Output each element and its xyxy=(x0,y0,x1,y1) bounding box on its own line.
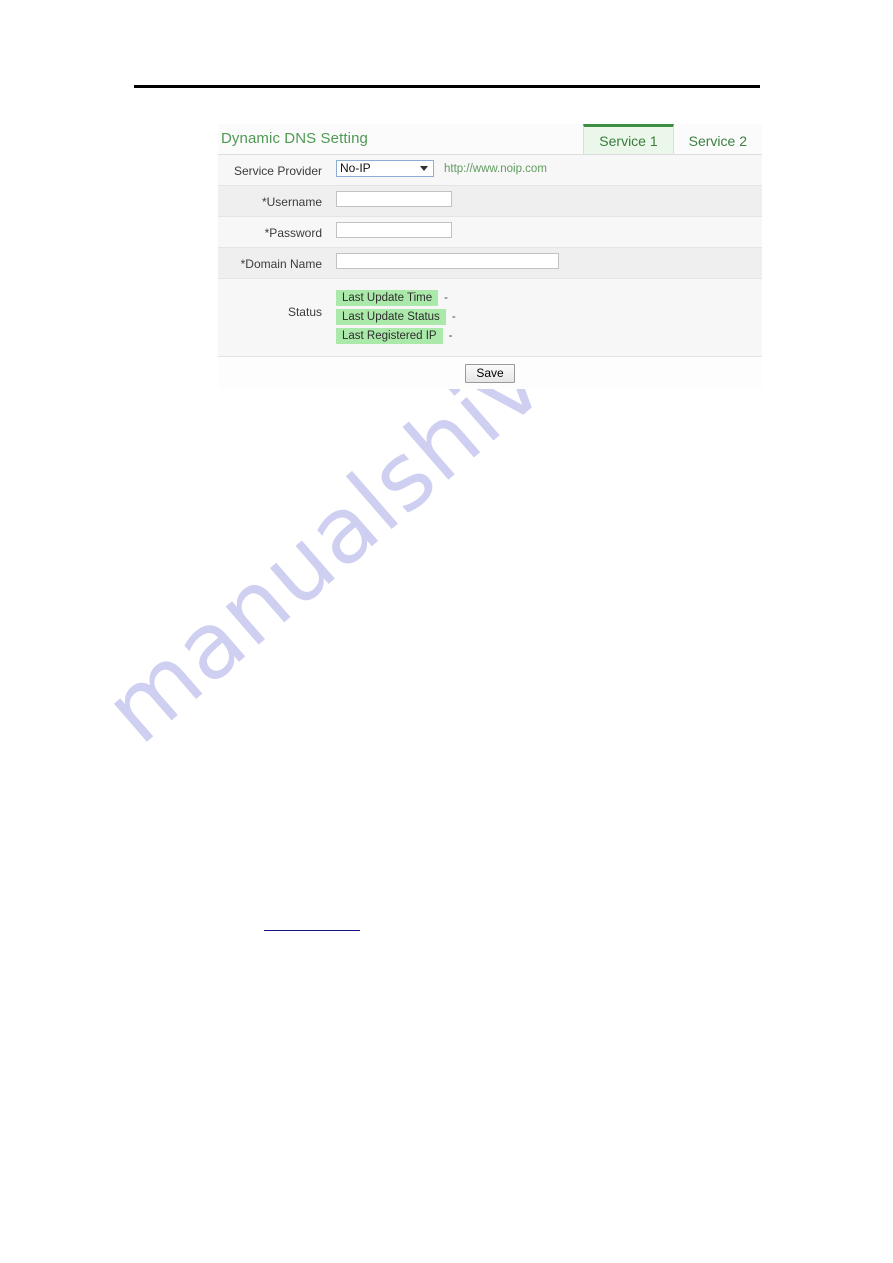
field-service-provider: No-IP http://www.noip.com xyxy=(330,155,762,182)
dynamic-dns-setting-panel: Dynamic DNS Setting Service 1 Service 2 … xyxy=(218,124,762,389)
label-username: *Username xyxy=(261,195,322,209)
status-value: - xyxy=(444,292,448,304)
service-provider-url: http://www.noip.com xyxy=(444,162,547,175)
status-item-last-update-time: Last Update Time - xyxy=(336,290,456,306)
service-provider-select[interactable]: No-IP xyxy=(336,160,434,177)
tab-service-1[interactable]: Service 1 xyxy=(583,124,674,154)
field-status: Last Update Time - Last Update Status - … xyxy=(330,279,762,356)
status-item-last-update-status: Last Update Status - xyxy=(336,309,456,325)
service-tabs: Service 1 Service 2 xyxy=(583,124,762,154)
row-username: *Username xyxy=(218,186,762,217)
watermark: manualshive.com xyxy=(85,140,820,970)
tab-service-2[interactable]: Service 2 xyxy=(674,124,762,154)
status-list: Last Update Time - Last Update Status - … xyxy=(336,284,456,351)
field-username xyxy=(330,186,762,212)
save-button[interactable]: Save xyxy=(465,363,515,383)
status-badge: Last Update Status xyxy=(336,309,446,325)
footer-link[interactable] xyxy=(264,918,360,931)
page-title: Dynamic DNS Setting xyxy=(221,130,368,147)
panel-header: Dynamic DNS Setting Service 1 Service 2 xyxy=(218,124,762,155)
save-row: Save xyxy=(218,357,762,389)
row-status: Status Last Update Time - Last Update St… xyxy=(218,279,762,357)
status-value: - xyxy=(448,330,453,342)
service-provider-selected-value: No-IP xyxy=(340,161,371,175)
field-domain-name xyxy=(330,248,762,274)
label-status: Status xyxy=(287,305,322,319)
tab-service-2-label: Service 2 xyxy=(688,132,747,149)
status-badge: Last Registered IP xyxy=(336,328,443,344)
label-domain-name: *Domain Name xyxy=(240,257,322,271)
label-password: *Password xyxy=(264,226,322,240)
label-service-provider: Service Provider xyxy=(233,164,322,178)
row-service-provider: Service Provider No-IP http://www.noip.c… xyxy=(218,155,762,186)
row-domain-name: *Domain Name xyxy=(218,248,762,279)
chevron-down-icon xyxy=(417,161,431,176)
page-header-rule xyxy=(134,85,760,88)
field-password xyxy=(330,217,762,243)
status-item-last-registered-ip: Last Registered IP - xyxy=(336,328,456,344)
domain-name-input[interactable] xyxy=(336,253,559,269)
status-value: - xyxy=(451,311,456,323)
password-input[interactable] xyxy=(336,222,452,238)
tab-service-1-label: Service 1 xyxy=(599,132,658,149)
username-input[interactable] xyxy=(336,191,452,207)
status-badge: Last Update Time xyxy=(336,290,439,306)
row-password: *Password xyxy=(218,217,762,248)
